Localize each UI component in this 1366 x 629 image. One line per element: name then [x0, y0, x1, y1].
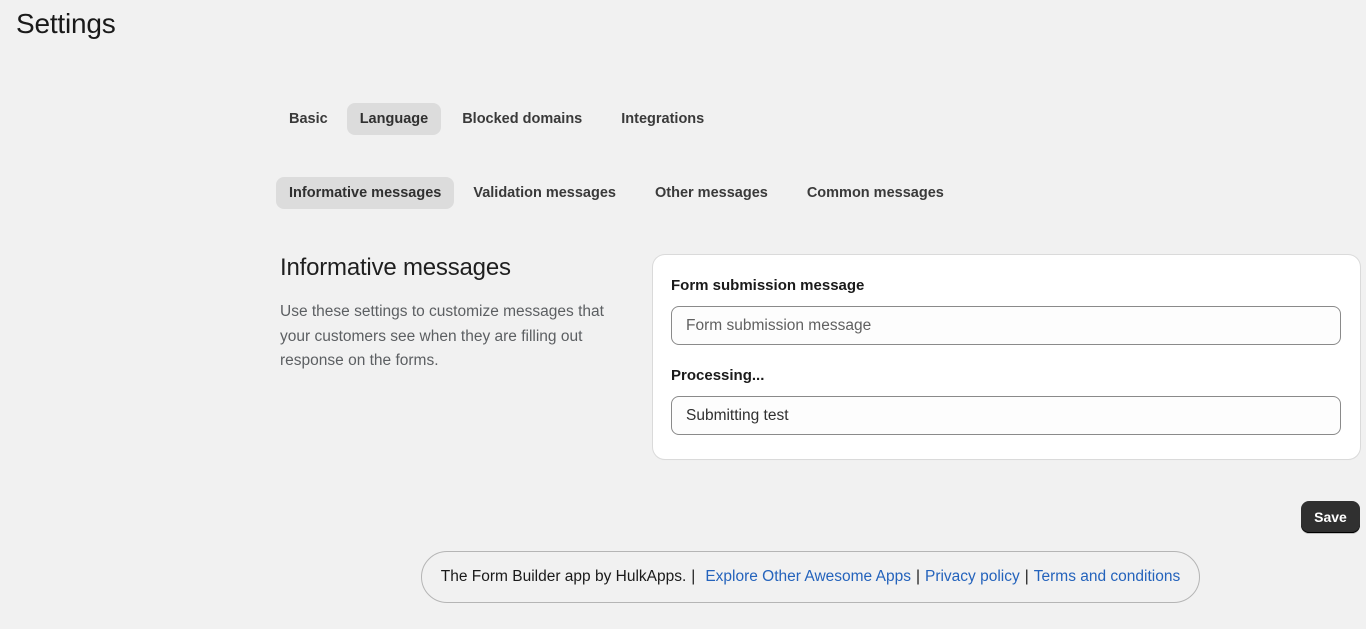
footer-separator: | [691, 568, 696, 585]
footer-separator: | [915, 568, 920, 585]
processing-input[interactable] [671, 396, 1341, 435]
tab-language[interactable]: Language [346, 103, 442, 135]
processing-label: Processing... [671, 367, 765, 384]
footer-separator: | [1024, 568, 1029, 585]
form-submission-label: Form submission message [671, 277, 865, 294]
tab-basic[interactable]: Basic [276, 103, 341, 135]
tab-common-messages[interactable]: Common messages [794, 177, 957, 209]
form-submission-input[interactable] [671, 306, 1341, 345]
messages-card: Form submission message Processing... [653, 255, 1360, 459]
tab-other-messages[interactable]: Other messages [642, 177, 781, 209]
privacy-policy-link[interactable]: Privacy policy [925, 568, 1020, 586]
explore-apps-link[interactable]: Explore Other Awesome Apps [705, 568, 911, 586]
tab-informative-messages[interactable]: Informative messages [276, 177, 455, 209]
section-heading: Informative messages [280, 254, 511, 281]
tab-validation-messages[interactable]: Validation messages [460, 177, 629, 209]
settings-tabs: Basic Language Blocked domains Integrati… [276, 103, 723, 135]
footer-credit: The Form Builder app by HulkApps. [440, 568, 687, 585]
message-tabs: Informative messages Validation messages… [276, 177, 963, 209]
terms-link[interactable]: Terms and conditions [1034, 568, 1180, 586]
save-button[interactable]: Save [1301, 501, 1360, 533]
page-title: Settings [16, 8, 116, 39]
section-description: Use these settings to customize messages… [280, 303, 604, 369]
tab-blocked-domains[interactable]: Blocked domains [449, 103, 595, 135]
footer: The Form Builder app by HulkApps. | Expl… [421, 551, 1200, 603]
tab-integrations[interactable]: Integrations [608, 103, 717, 135]
